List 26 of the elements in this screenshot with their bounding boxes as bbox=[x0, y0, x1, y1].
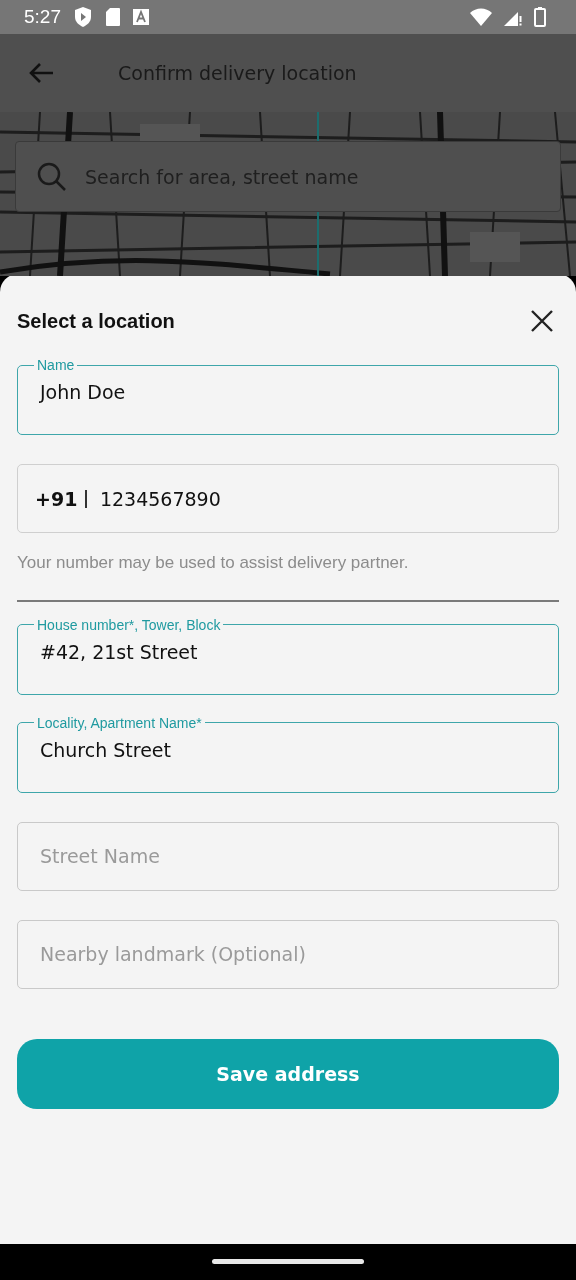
sd-card-icon bbox=[105, 7, 121, 27]
text-field[interactable]: Name John Doe bbox=[17, 357, 559, 435]
field-placeholder: Nearby landmark (Optional) bbox=[40, 941, 306, 966]
sheet-title: Select a location bbox=[17, 309, 175, 333]
battery-icon bbox=[534, 7, 546, 27]
font-icon bbox=[133, 9, 149, 25]
field-label: House number*, Tower, Block bbox=[36, 616, 222, 633]
text-field[interactable]: Locality, Apartment Name* Church Street bbox=[17, 714, 559, 793]
shield-icon bbox=[73, 6, 93, 28]
country-code: +91 bbox=[35, 487, 78, 510]
field-value: John Doe bbox=[40, 380, 126, 404]
phone-field[interactable]: +91 1234567890 bbox=[17, 464, 559, 533]
helper-text: Your number may be used to assist delivery partner. bbox=[17, 553, 410, 573]
back-arrow-icon bbox=[28, 62, 54, 84]
field-label: Name bbox=[36, 357, 76, 373]
field-placeholder: Street Name bbox=[40, 843, 160, 868]
field-label: Locality, Apartment Name* bbox=[36, 714, 203, 731]
close-icon bbox=[531, 310, 553, 332]
wifi-icon bbox=[470, 8, 492, 26]
text-field[interactable]: House number*, Tower, Block #42, 21st Street bbox=[17, 616, 559, 695]
phone-number: 1234567890 bbox=[99, 486, 221, 511]
field-value: #42, 21st Street bbox=[40, 639, 198, 664]
field-value: Church Street bbox=[40, 737, 171, 762]
clock: 5:27 bbox=[24, 6, 61, 28]
home-indicator[interactable] bbox=[212, 1258, 364, 1264]
search-icon bbox=[36, 160, 68, 193]
